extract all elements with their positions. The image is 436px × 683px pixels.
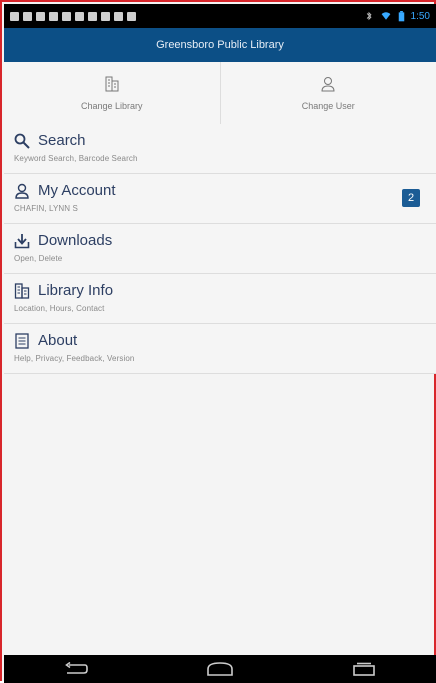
menu-item-title: Downloads — [38, 232, 112, 250]
notification-icon — [75, 12, 84, 21]
bluetooth-icon — [364, 11, 374, 21]
status-time: 1:50 — [411, 11, 430, 22]
menu-item-subtitle: Help, Privacy, Feedback, Version — [14, 354, 428, 363]
user-icon — [14, 183, 30, 199]
download-icon — [14, 233, 30, 249]
system-navigation-bar — [4, 655, 436, 683]
app-frame: 1:50 Greensboro Public Library Change Li… — [0, 0, 436, 681]
menu-item-subtitle: Open, Delete — [14, 254, 428, 263]
notification-icon — [36, 12, 45, 21]
battery-icon — [398, 11, 405, 22]
notification-icons — [10, 12, 136, 21]
menu-item-title: About — [38, 332, 77, 350]
system-status-bar: 1:50 — [4, 4, 436, 28]
menu-item-search[interactable]: Search Keyword Search, Barcode Search — [4, 124, 436, 174]
back-icon[interactable] — [63, 662, 89, 676]
status-right: 1:50 — [364, 11, 430, 22]
notification-icon — [127, 12, 136, 21]
recent-apps-icon[interactable] — [351, 662, 377, 676]
menu-item-library-info[interactable]: Library Info Location, Hours, Contact — [4, 274, 436, 324]
library-building-icon — [14, 283, 30, 299]
user-icon — [320, 76, 336, 92]
menu-item-title: Search — [38, 132, 86, 150]
notification-icon — [49, 12, 58, 21]
menu-item-my-account[interactable]: My Account CHAFIN, LYNN S 2 — [4, 174, 436, 224]
info-document-icon — [14, 333, 30, 349]
page-title: Greensboro Public Library — [156, 39, 284, 51]
app-header: Greensboro Public Library — [4, 28, 436, 62]
change-user-button[interactable]: Change User — [220, 62, 436, 124]
menu-item-subtitle: Keyword Search, Barcode Search — [14, 154, 428, 163]
notification-icon — [10, 12, 19, 21]
change-library-label: Change Library — [81, 101, 143, 111]
change-library-button[interactable]: Change Library — [4, 62, 220, 124]
search-icon — [14, 133, 30, 149]
wifi-icon — [380, 11, 392, 21]
notification-icon — [114, 12, 123, 21]
notification-icon — [88, 12, 97, 21]
top-actions: Change Library Change User — [4, 62, 436, 125]
menu-item-title: My Account — [38, 182, 116, 200]
notification-icon — [101, 12, 110, 21]
menu-item-subtitle: CHAFIN, LYNN S — [14, 204, 428, 213]
notification-icon — [23, 12, 32, 21]
notification-icon — [62, 12, 71, 21]
menu-item-downloads[interactable]: Downloads Open, Delete — [4, 224, 436, 274]
main-menu: Search Keyword Search, Barcode Search My… — [4, 124, 436, 374]
library-building-icon — [104, 76, 120, 92]
change-user-label: Change User — [302, 101, 355, 111]
menu-item-subtitle: Location, Hours, Contact — [14, 304, 428, 313]
menu-item-about[interactable]: About Help, Privacy, Feedback, Version — [4, 324, 436, 374]
menu-item-title: Library Info — [38, 282, 113, 300]
home-icon[interactable] — [206, 662, 234, 676]
account-count-badge: 2 — [402, 189, 420, 207]
